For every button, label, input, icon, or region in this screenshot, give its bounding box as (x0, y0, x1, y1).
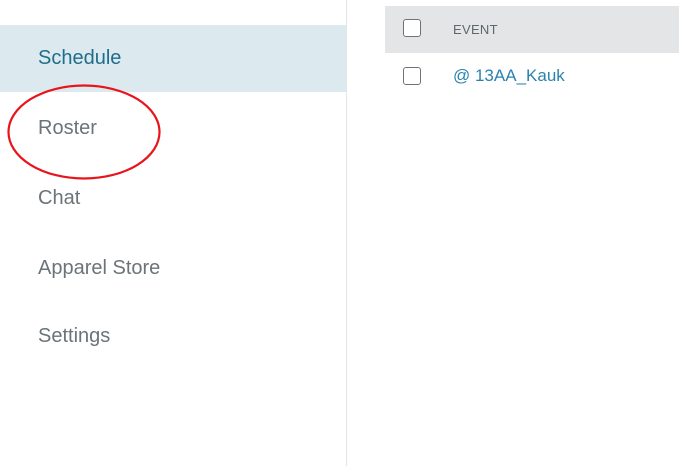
select-all-checkbox[interactable] (403, 19, 421, 37)
sidebar-item-label: Roster (38, 117, 97, 139)
sidebar-item-roster[interactable]: Roster (0, 95, 346, 162)
sidebar-divider (346, 0, 347, 466)
column-header-event: EVENT (453, 22, 498, 37)
sidebar-item-apparel-store[interactable]: Apparel Store (0, 235, 346, 302)
sidebar-item-label: Schedule (38, 47, 122, 69)
row-checkbox[interactable] (403, 67, 421, 85)
sidebar-item-label: Apparel Store (38, 257, 161, 279)
table-header (385, 6, 679, 53)
sidebar-item-chat[interactable]: Chat (0, 165, 346, 232)
sidebar-item-label: Settings (38, 325, 111, 347)
event-link[interactable]: @ 13AA_Kauk (453, 66, 565, 86)
sidebar: Schedule Roster Chat Apparel Store Setti… (0, 0, 346, 466)
schedule-panel: EVENT @ 13AA_Kauk (385, 0, 679, 466)
sidebar-item-schedule[interactable]: Schedule (0, 25, 346, 92)
sidebar-item-settings[interactable]: Settings (0, 303, 346, 370)
sidebar-item-label: Chat (38, 187, 81, 209)
